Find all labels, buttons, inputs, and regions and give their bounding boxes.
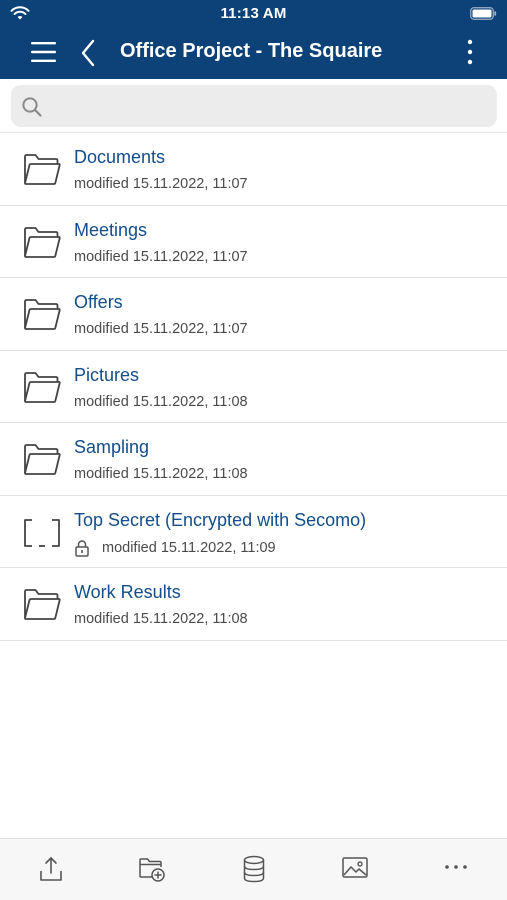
item-modified: modified 15.11.2022, 11:07: [74, 176, 248, 192]
folder-icon: [24, 154, 61, 185]
navigation-bar: Office Project - The Squaire: [0, 28, 507, 79]
item-name: Pictures: [74, 364, 140, 385]
folder-icon: [24, 226, 61, 258]
item-modified-text: modified 15.11.2022, 11:08: [74, 466, 248, 482]
list-item[interactable]: Offers modified 15.11.2022, 11:07: [0, 278, 507, 351]
item-name: Documents: [74, 147, 166, 167]
hamburger-menu-icon[interactable]: [31, 41, 56, 63]
status-time: 11:13 AM: [220, 5, 287, 22]
item-modified: modified 15.11.2022, 11:09: [74, 539, 276, 557]
item-name: Sampling: [74, 437, 150, 457]
item-name: Offers: [74, 292, 123, 312]
item-modified-text: modified 15.11.2022, 11:08: [74, 611, 248, 627]
folder-icon: [24, 444, 61, 475]
list-item[interactable]: Top Secret (Encrypted with Secomo) modif…: [0, 496, 507, 568]
item-modified: modified 15.11.2022, 11:08: [74, 466, 248, 482]
more-horizontal-icon[interactable]: [444, 863, 468, 871]
list-item[interactable]: Documents modified 15.11.2022, 11:07: [0, 133, 507, 206]
item-modified-text: modified 15.11.2022, 11:08: [74, 393, 248, 410]
item-modified-text: modified 15.11.2022, 11:07: [74, 321, 248, 337]
item-modified: modified 15.11.2022, 11:07: [74, 249, 248, 265]
image-icon[interactable]: [341, 855, 369, 881]
folder-icon: [24, 371, 61, 403]
page-title: Office Project - The Squaire: [120, 40, 383, 62]
upload-icon[interactable]: [38, 855, 64, 883]
encrypted-folder-icon: [24, 518, 60, 547]
bottom-toolbar: [0, 838, 507, 900]
battery-icon: [470, 7, 497, 20]
list-item[interactable]: Pictures modified 15.11.2022, 11:08: [0, 351, 507, 423]
folder-icon: [24, 299, 61, 330]
search-field[interactable]: [11, 85, 497, 127]
list-item[interactable]: Meetings modified 15.11.2022, 11:07: [0, 206, 507, 278]
file-list: Documents modified 15.11.2022, 11:07 Mee…: [0, 133, 507, 641]
more-vertical-icon[interactable]: [467, 39, 473, 65]
lock-icon: [75, 539, 89, 557]
search-bar: [0, 79, 507, 133]
item-modified: modified 15.11.2022, 11:08: [74, 394, 248, 410]
database-icon[interactable]: [242, 855, 266, 883]
list-item[interactable]: Work Results modified 15.11.2022, 11:08: [0, 568, 507, 641]
item-modified: modified 15.11.2022, 11:07: [74, 321, 248, 337]
new-folder-icon[interactable]: [138, 855, 166, 883]
list-item[interactable]: Sampling modified 15.11.2022, 11:08: [0, 423, 507, 496]
search-input[interactable]: [55, 85, 485, 127]
item-modified-text: modified 15.11.2022, 11:09: [102, 539, 276, 556]
search-icon: [22, 97, 42, 117]
item-name: Top Secret (Encrypted with Secomo): [74, 509, 367, 530]
item-modified: modified 15.11.2022, 11:08: [74, 611, 248, 627]
item-name: Meetings: [74, 219, 148, 240]
item-modified-text: modified 15.11.2022, 11:07: [74, 248, 248, 265]
item-name: Work Results: [74, 582, 181, 602]
item-modified-text: modified 15.11.2022, 11:07: [74, 176, 248, 192]
status-bar: 11:13 AM: [0, 0, 507, 28]
folder-icon: [24, 589, 61, 620]
back-chevron-icon[interactable]: [80, 39, 96, 67]
